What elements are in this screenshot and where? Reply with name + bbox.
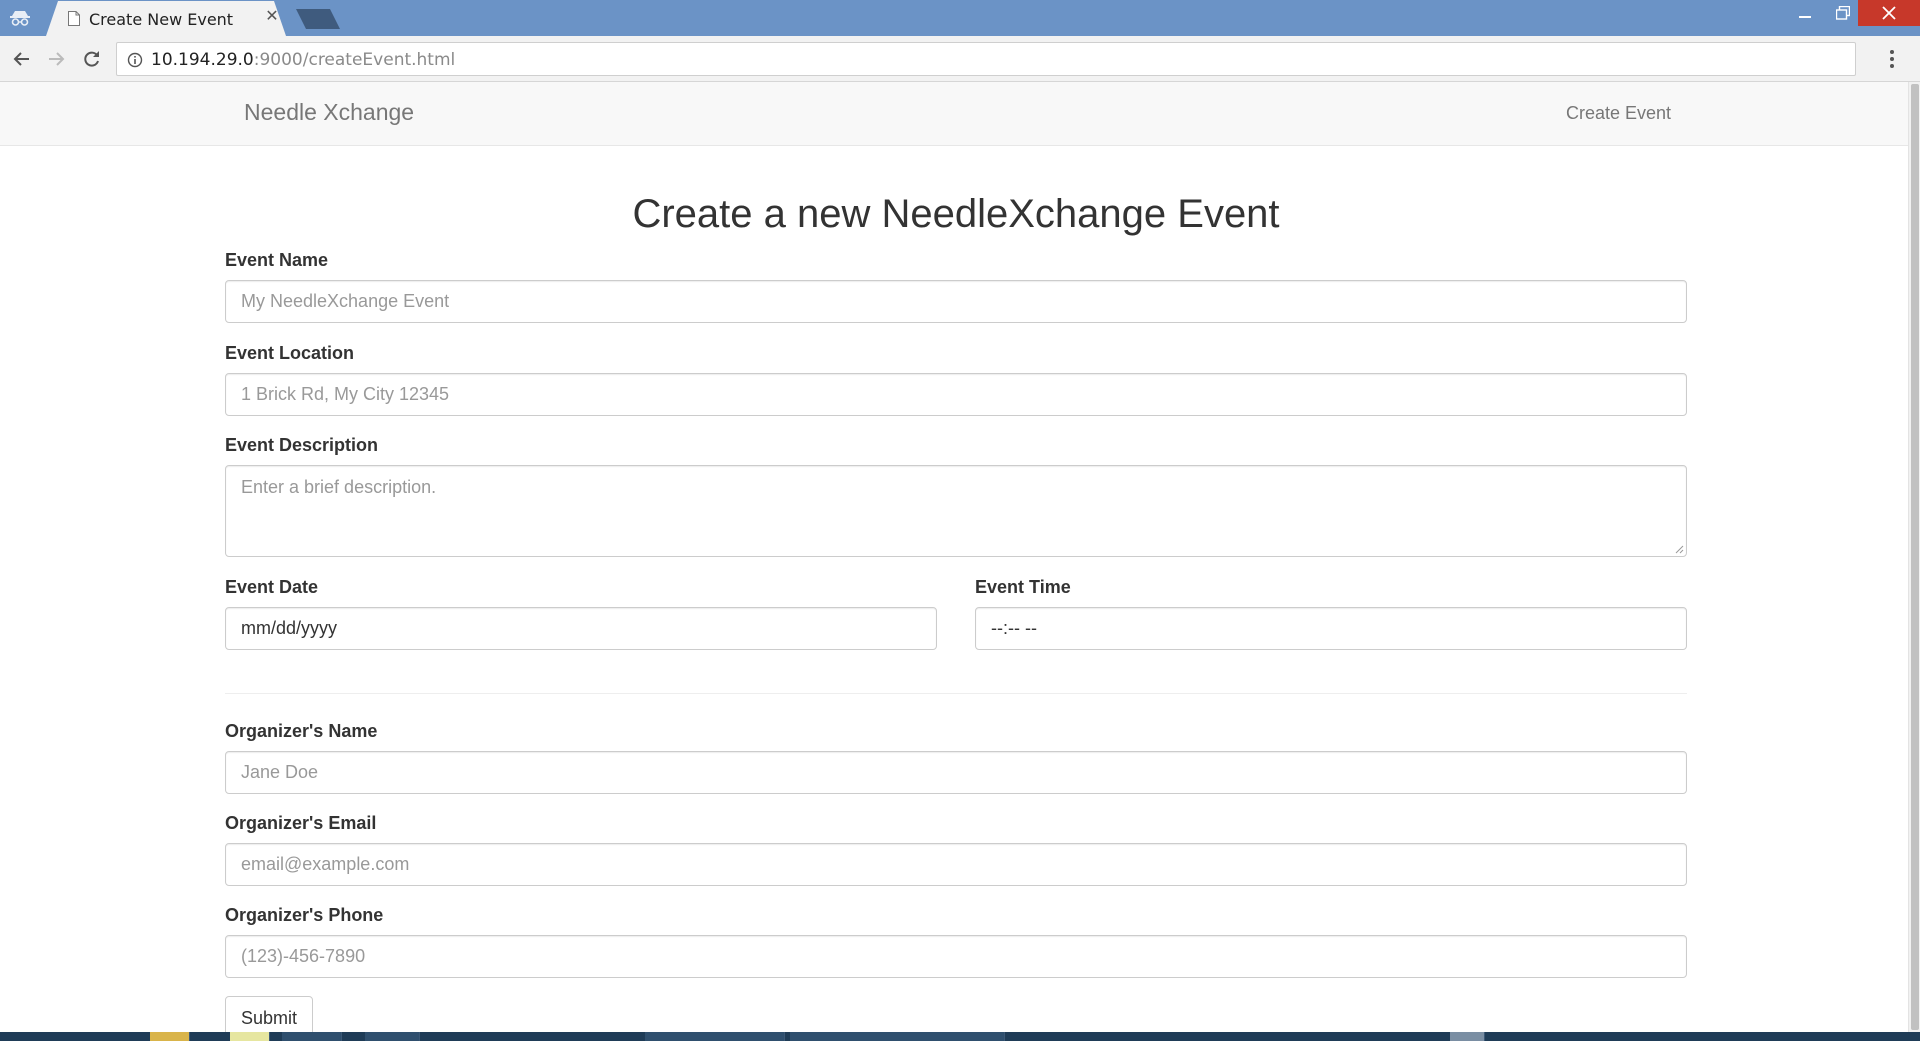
taskbar-item[interactable] xyxy=(645,1032,785,1041)
organizer-email-label: Organizer's Email xyxy=(225,813,377,833)
taskbar-item[interactable] xyxy=(230,1032,270,1041)
organizer-name-input[interactable]: Jane Doe xyxy=(225,751,1687,794)
tab-title: Create New Event xyxy=(89,10,234,29)
page-scrollbar[interactable] xyxy=(1908,82,1920,1032)
back-icon[interactable] xyxy=(10,47,34,71)
new-tab-button[interactable] xyxy=(296,9,340,29)
nav-create-event-link[interactable]: Create Event xyxy=(1566,103,1671,124)
event-location-input[interactable]: 1 Brick Rd, My City 12345 xyxy=(225,373,1687,416)
os-taskbar xyxy=(0,1032,1920,1041)
event-location-label: Event Location xyxy=(225,343,355,363)
event-date-input[interactable]: mm/dd/yyyy xyxy=(225,607,937,650)
event-name-input[interactable]: My NeedleXchange Event xyxy=(225,280,1687,323)
brand-link[interactable]: Needle Xchange xyxy=(244,99,414,126)
resize-grip-icon[interactable] xyxy=(1674,544,1684,554)
organizer-email-input[interactable]: email@example.com xyxy=(225,843,1687,886)
event-description-textarea[interactable]: Enter a brief description. xyxy=(225,465,1687,557)
forward-icon[interactable] xyxy=(44,47,68,71)
info-icon[interactable] xyxy=(127,52,143,68)
site-navbar: Needle Xchange Create Event xyxy=(0,82,1908,146)
organizer-name-label: Organizer's Name xyxy=(225,721,378,741)
url-text[interactable]: 10.194.29.0:9000/createEvent.html xyxy=(151,50,455,70)
submit-button[interactable]: Submit xyxy=(225,996,313,1032)
taskbar-item[interactable] xyxy=(790,1032,1005,1041)
scrollbar-thumb[interactable] xyxy=(1911,84,1919,1030)
organizer-phone-input[interactable]: (123)-456-7890 xyxy=(225,935,1687,978)
tab-close-icon[interactable]: ✕ xyxy=(264,8,280,26)
event-description-label: Event Description xyxy=(225,435,379,455)
page-title: Create a new NeedleXchange Event xyxy=(632,192,1280,236)
event-description-placeholder: Enter a brief description. xyxy=(241,477,437,497)
event-time-input[interactable]: --:-- -- xyxy=(975,607,1687,650)
taskbar-item[interactable] xyxy=(150,1032,190,1041)
browser-tab-active[interactable]: Create New Event ✕ xyxy=(46,1,286,36)
window-close-icon[interactable] xyxy=(1858,0,1920,26)
taskbar-item[interactable] xyxy=(1450,1032,1485,1041)
browser-menu-icon[interactable] xyxy=(1884,48,1900,70)
section-divider xyxy=(225,693,1687,694)
incognito-icon[interactable] xyxy=(6,6,34,30)
address-bar[interactable]: 10.194.29.0:9000/createEvent.html xyxy=(116,42,1856,76)
event-date-label: Event Date xyxy=(225,577,319,597)
event-time-label: Event Time xyxy=(975,577,1071,597)
url-path: :9000/createEvent.html xyxy=(253,50,456,70)
taskbar-item[interactable] xyxy=(365,1032,420,1041)
page-icon xyxy=(68,11,80,26)
taskbar-item[interactable] xyxy=(282,1032,342,1041)
page-viewport: Needle Xchange Create Event Create a new… xyxy=(0,82,1908,1032)
browser-toolbar: 10.194.29.0:9000/createEvent.html xyxy=(0,36,1920,82)
organizer-phone-label: Organizer's Phone xyxy=(225,905,384,925)
url-host: 10.194.29.0 xyxy=(151,50,254,70)
event-name-label: Event Name xyxy=(225,250,329,270)
reload-icon[interactable] xyxy=(80,47,104,71)
browser-tabstrip: Create New Event ✕ xyxy=(0,0,1920,36)
